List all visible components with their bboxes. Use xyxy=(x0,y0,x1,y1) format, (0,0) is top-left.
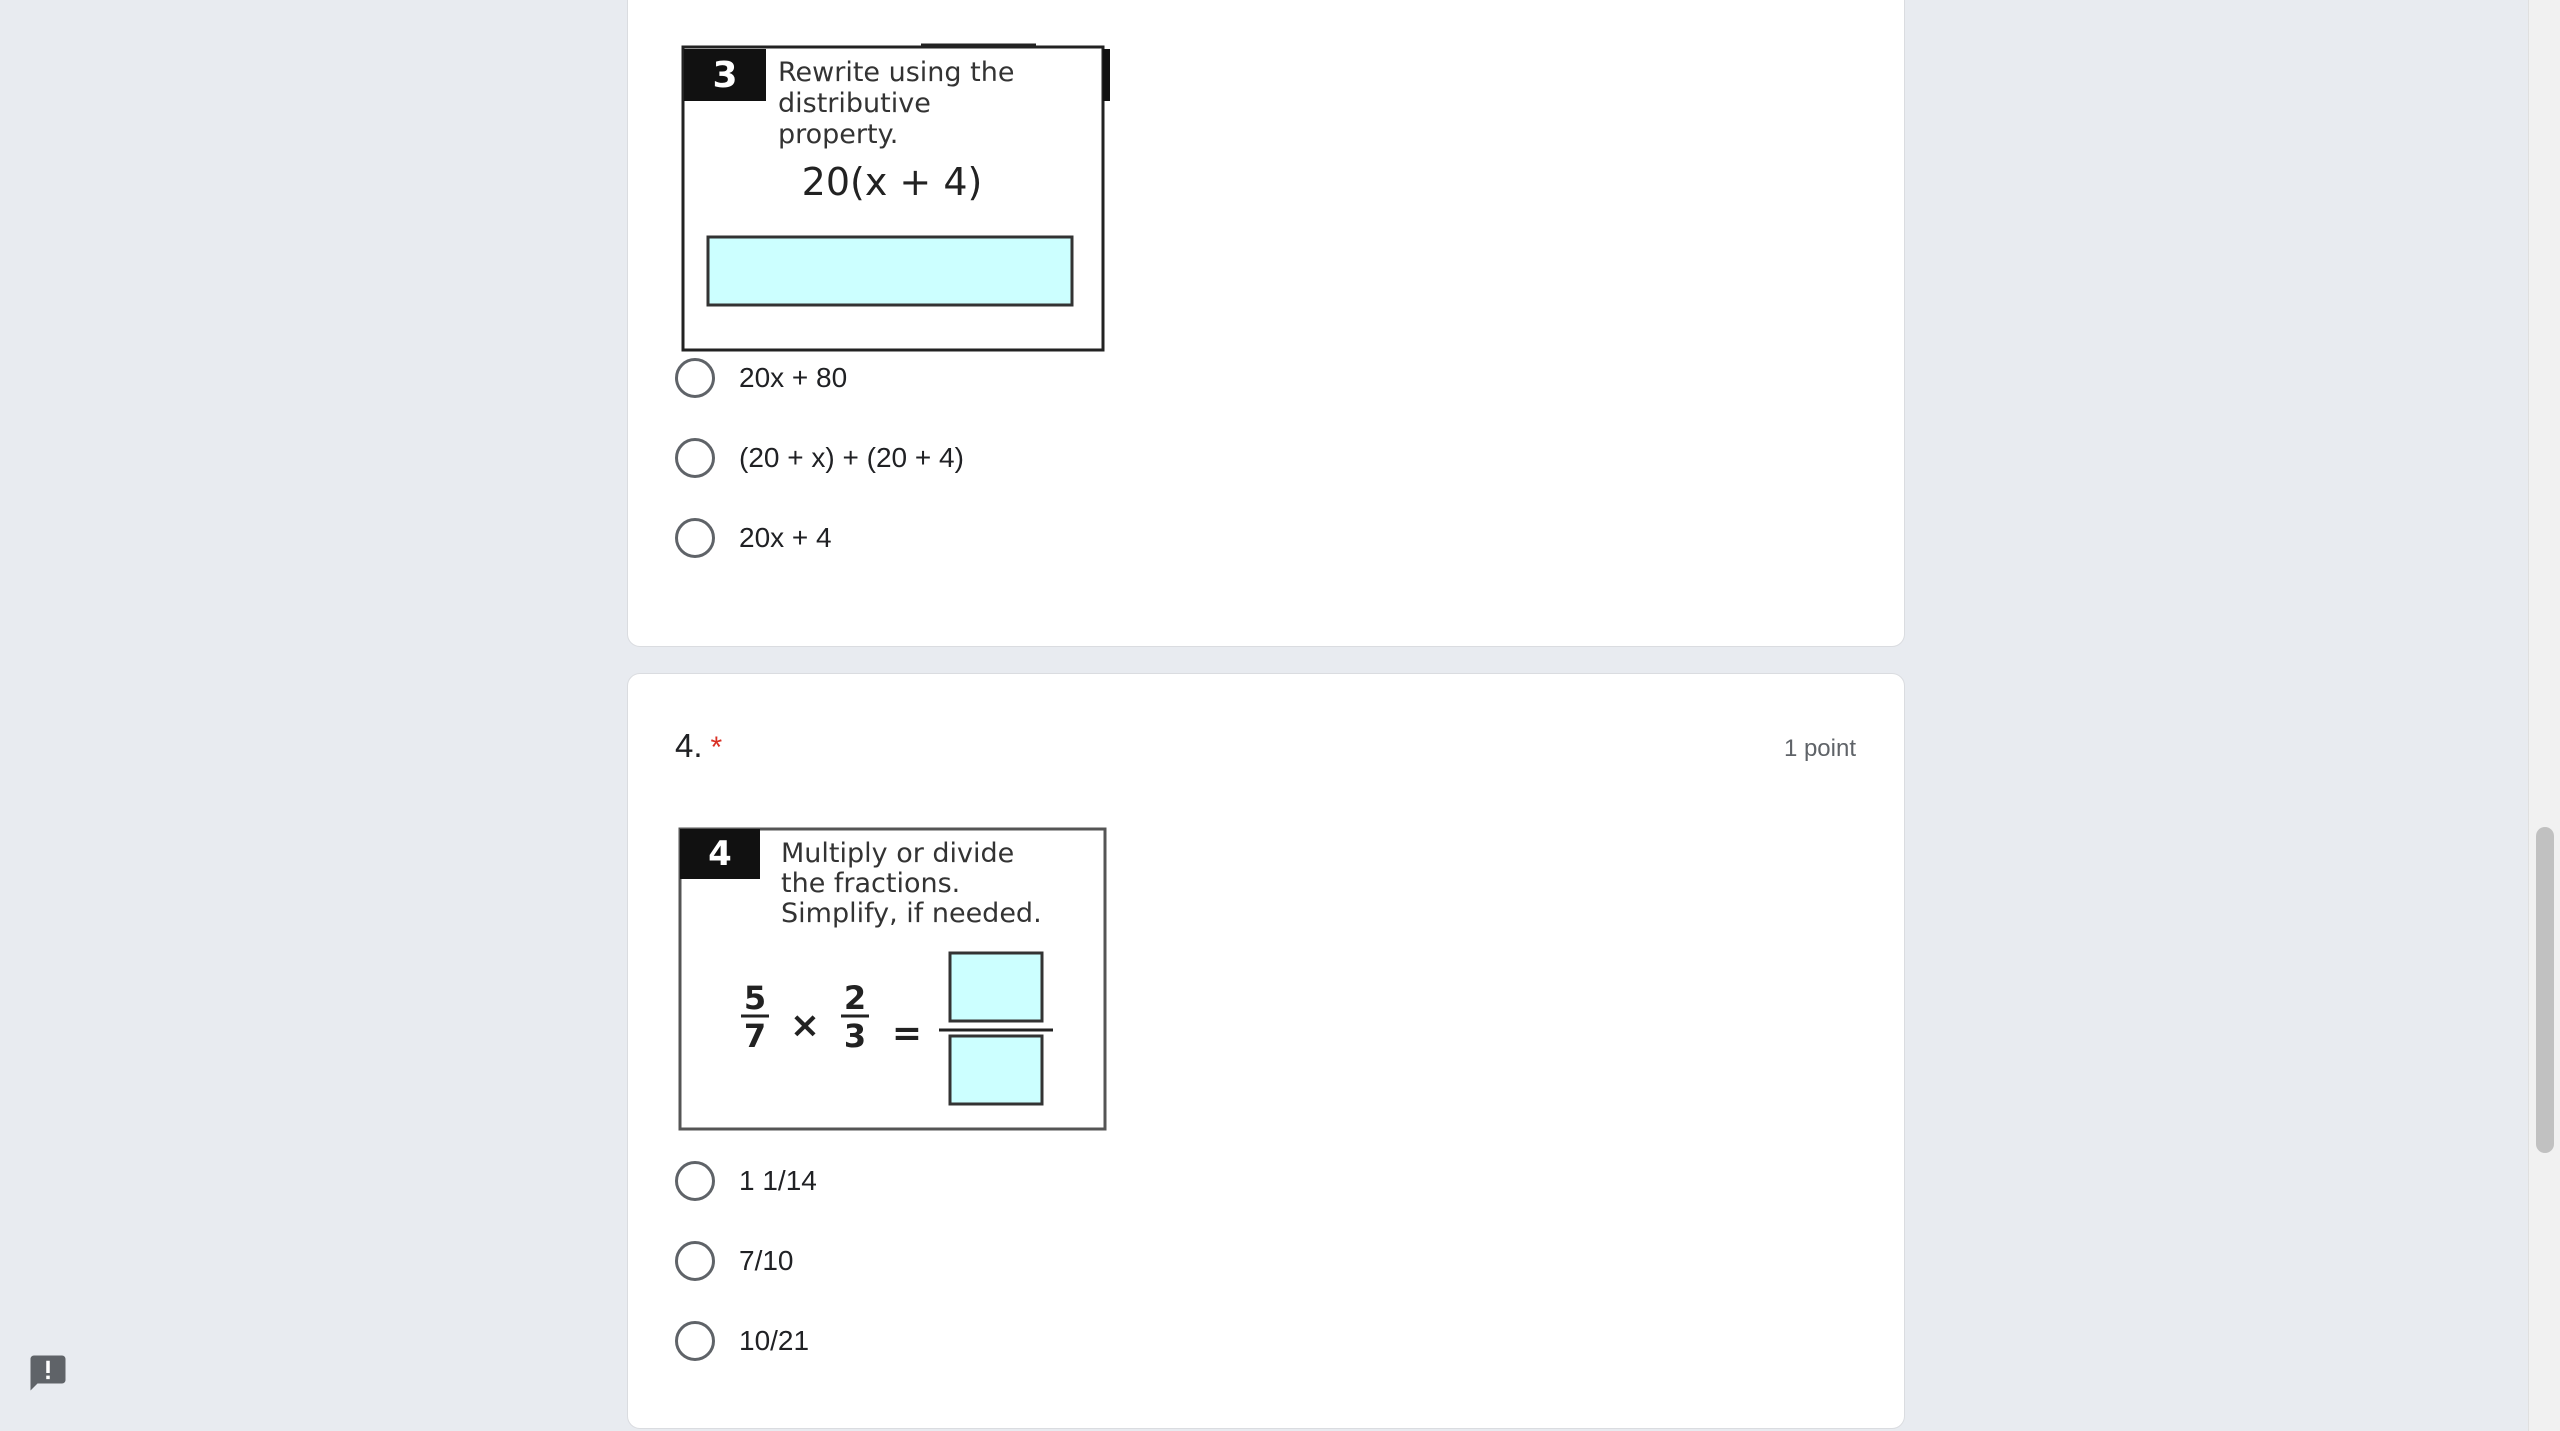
option-q3-1[interactable]: 20x + 80 xyxy=(675,356,847,400)
radio-unchecked-icon[interactable] xyxy=(675,518,715,558)
option-label: (20 + x) + (20 + 4) xyxy=(739,442,964,473)
answer-box-denominator xyxy=(948,1034,1044,1106)
badge-number: 4 xyxy=(708,834,732,874)
required-asterisk: * xyxy=(710,731,723,764)
radio-unchecked-icon[interactable] xyxy=(675,1161,715,1201)
option-q3-3[interactable]: 20x + 4 xyxy=(675,516,832,560)
report-feedback-icon[interactable] xyxy=(27,1352,69,1394)
equals-sign: = xyxy=(892,1013,922,1054)
expression: 20(x + 4) xyxy=(802,160,983,204)
instruction-line-2: the fractions. xyxy=(781,868,960,899)
question-3-image: 3 Rewrite using the distributive propert… xyxy=(681,43,1110,352)
option-q3-2[interactable]: (20 + x) + (20 + 4) xyxy=(675,436,964,480)
instruction-line-1: Rewrite using the xyxy=(778,57,1014,88)
option-label: 7/10 xyxy=(739,1245,794,1276)
radio-unchecked-icon[interactable] xyxy=(675,1241,715,1281)
badge-number: 3 xyxy=(712,55,737,96)
option-label: 20x + 4 xyxy=(739,522,832,553)
option-q4-3[interactable]: 10/21 xyxy=(675,1319,809,1363)
question-title: 4. * xyxy=(675,727,722,765)
report-feedback-button[interactable] xyxy=(26,1351,70,1395)
option-q4-2[interactable]: 7/10 xyxy=(675,1239,794,1283)
scrollbar-thumb[interactable] xyxy=(2536,827,2554,1153)
instruction-line-2: distributive xyxy=(778,88,931,119)
radio-unchecked-icon[interactable] xyxy=(675,1321,715,1361)
instruction-line-3: Simplify, if needed. xyxy=(781,898,1042,929)
question-4-image: 4 Multiply or divide the fractions. Simp… xyxy=(677,827,1108,1131)
instruction-line-1: Multiply or divide xyxy=(781,838,1014,869)
option-label: 1 1/14 xyxy=(739,1165,817,1196)
question-number: 4. xyxy=(675,727,703,764)
points-label: 1 point xyxy=(1783,735,1856,762)
fraction-b-numerator: 2 xyxy=(844,979,866,1017)
option-q4-1[interactable]: 1 1/14 xyxy=(675,1159,817,1203)
answer-box-numerator xyxy=(948,951,1044,1023)
question-card-3: 3 Rewrite using the distributive propert… xyxy=(627,0,1905,647)
answer-box xyxy=(706,235,1074,307)
question-card-4: 4. * 1 point 4 Multiply or divide the fra… xyxy=(627,673,1905,1429)
fraction-b-denominator: 3 xyxy=(844,1017,866,1055)
radio-unchecked-icon[interactable] xyxy=(675,358,715,398)
radio-unchecked-icon[interactable] xyxy=(675,438,715,478)
option-label: 20x + 80 xyxy=(739,362,848,393)
option-label: 10/21 xyxy=(739,1325,810,1356)
vertical-scrollbar[interactable] xyxy=(2528,0,2560,1431)
fraction-a-denominator: 7 xyxy=(744,1017,766,1055)
instruction-line-3: property. xyxy=(778,119,898,150)
fraction-a-numerator: 5 xyxy=(744,979,766,1017)
multiply-operator: × xyxy=(790,1005,820,1046)
